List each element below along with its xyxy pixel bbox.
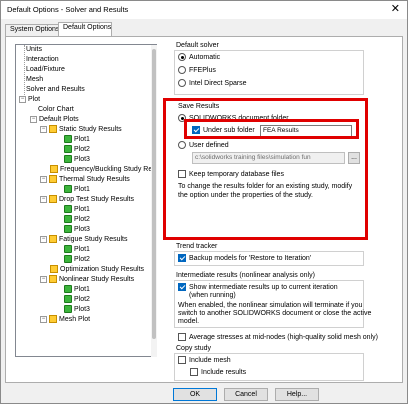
plot-icon bbox=[64, 245, 72, 254]
checkbox-include-mesh[interactable]: Include mesh bbox=[178, 356, 231, 365]
radio-selected-icon[interactable] bbox=[178, 53, 186, 62]
plot-icon bbox=[64, 255, 72, 264]
title-bar[interactable]: Default Options - Solver and Results ✕ bbox=[1, 1, 407, 19]
copy-study-heading: Copy study bbox=[176, 345, 212, 352]
checkbox-checked-icon[interactable] bbox=[178, 283, 186, 292]
tree-item-plot3[interactable]: Plot3 bbox=[64, 225, 90, 235]
tree-item-mesh-plot[interactable]: − Mesh Plot bbox=[40, 315, 90, 325]
study-folder-icon bbox=[49, 315, 57, 324]
collapse-icon[interactable]: − bbox=[40, 275, 47, 283]
plot-icon bbox=[64, 285, 72, 294]
checkbox-icon[interactable] bbox=[178, 356, 186, 365]
intermediate-note-line2: switch to another SOLIDWORKS document or… bbox=[178, 310, 372, 317]
close-icon[interactable]: ✕ bbox=[391, 3, 400, 15]
trend-tracker-heading: Trend tracker bbox=[176, 243, 218, 250]
collapse-icon[interactable]: − bbox=[19, 95, 26, 103]
tree-item-default-plots[interactable]: − Default Plots bbox=[30, 115, 79, 125]
tree-item-solver-results[interactable]: Solver and Results bbox=[26, 85, 85, 95]
collapse-icon[interactable]: − bbox=[40, 175, 47, 183]
cancel-button[interactable]: Cancel bbox=[224, 388, 268, 401]
tree-item-plot1[interactable]: Plot1 bbox=[64, 285, 90, 295]
checkbox-icon[interactable] bbox=[178, 333, 186, 342]
plot-icon bbox=[64, 225, 72, 234]
radio-icon[interactable] bbox=[178, 66, 186, 75]
tree-item-frequency-buckling[interactable]: Frequency/Buckling Study Res bbox=[50, 165, 156, 175]
collapse-icon[interactable]: − bbox=[40, 125, 47, 133]
radio-ffeplus[interactable]: FFEPlus bbox=[178, 66, 216, 75]
tree-item-plot1[interactable]: Plot1 bbox=[64, 185, 90, 195]
tree-item-color-chart[interactable]: Color Chart bbox=[38, 105, 74, 115]
tree-item-drop-test-study-results[interactable]: − Drop Test Study Results bbox=[40, 195, 134, 205]
plot-icon bbox=[64, 215, 72, 224]
tree-vertical-scrollbar[interactable] bbox=[151, 45, 157, 357]
tree-item-mesh[interactable]: Mesh bbox=[26, 75, 43, 85]
tree-item-thermal-study-results[interactable]: − Thermal Study Results bbox=[40, 175, 130, 185]
window-title: Default Options - Solver and Results bbox=[7, 5, 129, 14]
study-folder-icon bbox=[49, 235, 57, 244]
plot-icon bbox=[64, 205, 72, 214]
plot-icon bbox=[64, 135, 72, 144]
collapse-icon[interactable]: − bbox=[40, 195, 47, 203]
checkbox-icon[interactable] bbox=[190, 368, 198, 377]
checkbox-backup-models[interactable]: Backup models for 'Restore to Iteration' bbox=[178, 254, 311, 263]
tree-item-fatigue-study-results[interactable]: − Fatigue Study Results bbox=[40, 235, 127, 245]
options-panel: Units Interaction Load/Fixture Mesh Solv… bbox=[5, 36, 403, 383]
radio-icon[interactable] bbox=[178, 79, 186, 88]
collapse-icon[interactable]: − bbox=[40, 315, 47, 323]
tree-item-static-study-results[interactable]: − Static Study Results bbox=[40, 125, 122, 135]
tree-item-plot1[interactable]: Plot1 bbox=[64, 245, 90, 255]
tree-item-plot[interactable]: − Plot bbox=[19, 95, 40, 105]
tree-item-optimization-study-results[interactable]: Optimization Study Results bbox=[50, 265, 144, 275]
tree-item-plot2[interactable]: Plot2 bbox=[64, 255, 90, 265]
scrollbar-thumb[interactable] bbox=[152, 49, 156, 339]
study-folder-icon bbox=[49, 275, 57, 284]
study-folder-icon bbox=[50, 165, 58, 174]
highlight-box-sub-folder bbox=[184, 119, 359, 139]
study-folder-icon bbox=[49, 195, 57, 204]
checkbox-checked-icon[interactable] bbox=[178, 254, 186, 263]
tree-item-plot1[interactable]: Plot1 bbox=[64, 135, 90, 145]
default-solver-heading: Default solver bbox=[176, 42, 219, 49]
options-tree: Units Interaction Load/Fixture Mesh Solv… bbox=[15, 44, 157, 357]
tab-system-options[interactable]: System Options bbox=[5, 24, 59, 36]
intermediate-note-line3: model. bbox=[178, 318, 200, 325]
tree-item-interaction[interactable]: Interaction bbox=[26, 55, 59, 65]
study-folder-icon bbox=[49, 125, 57, 134]
tree-item-plot3[interactable]: Plot3 bbox=[64, 305, 90, 315]
plot-icon bbox=[64, 155, 72, 164]
collapse-icon[interactable]: − bbox=[30, 115, 37, 123]
radio-automatic[interactable]: Automatic bbox=[178, 53, 220, 62]
tree-item-plot2[interactable]: Plot2 bbox=[64, 215, 90, 225]
plot-icon bbox=[64, 145, 72, 154]
tree-item-units[interactable]: Units bbox=[26, 45, 42, 55]
show-intermediate-line2: (when running) bbox=[189, 292, 236, 299]
collapse-icon[interactable]: − bbox=[40, 235, 47, 243]
checkbox-include-results[interactable]: Include results bbox=[190, 368, 246, 377]
plot-icon bbox=[64, 185, 72, 194]
tree-item-label: Plot bbox=[28, 96, 41, 103]
tree-item-plot2[interactable]: Plot2 bbox=[64, 295, 90, 305]
ok-button[interactable]: OK bbox=[173, 388, 217, 401]
dialog-window: Default Options - Solver and Results ✕ S… bbox=[0, 0, 408, 404]
tree-item-plot1[interactable]: Plot1 bbox=[64, 205, 90, 215]
tree-item-load-fixture[interactable]: Load/Fixture bbox=[26, 65, 65, 75]
plot-icon bbox=[64, 305, 72, 314]
study-folder-icon bbox=[50, 265, 58, 274]
study-folder-icon bbox=[49, 175, 57, 184]
plot-icon bbox=[64, 295, 72, 304]
tab-default-options[interactable]: Default Options bbox=[58, 22, 112, 36]
checkbox-average-stresses[interactable]: Average stresses at mid-nodes (high-qual… bbox=[178, 333, 378, 342]
tree-item-label: Default Plots bbox=[39, 116, 79, 123]
tree-item-plot3[interactable]: Plot3 bbox=[64, 155, 90, 165]
tree-item-nonlinear-study-results[interactable]: − Nonlinear Study Results bbox=[40, 275, 134, 285]
radio-intel-direct-sparse[interactable]: Intel Direct Sparse bbox=[178, 79, 247, 88]
help-button[interactable]: Help... bbox=[275, 388, 319, 401]
tree-item-plot2[interactable]: Plot2 bbox=[64, 145, 90, 155]
intermediate-heading: Intermediate results (nonlinear analysis… bbox=[176, 272, 315, 279]
